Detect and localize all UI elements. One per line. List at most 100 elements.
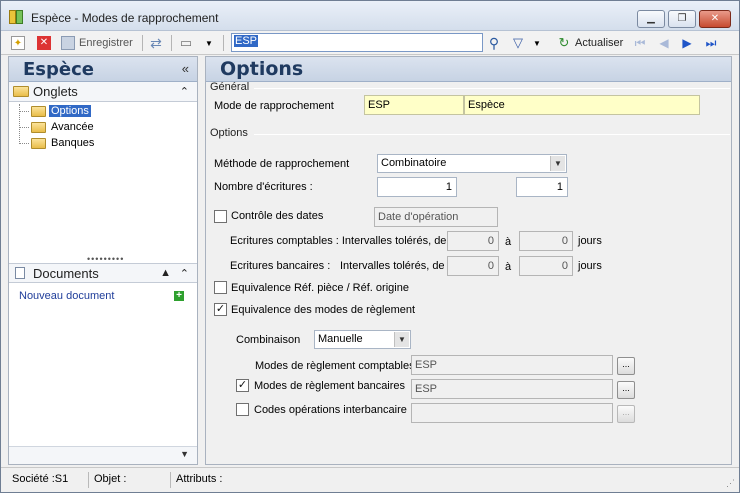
chevron-down-icon: ▼ (550, 156, 565, 171)
expand-down-icon[interactable]: ▼ (180, 449, 189, 459)
collapse-section-icon[interactable]: ⌃ (180, 267, 189, 280)
new-document-icon: ✦ (11, 36, 25, 50)
app-icon (9, 10, 23, 24)
codes-interbancaire-field[interactable] (411, 403, 613, 423)
mode-name-field[interactable]: Espèce (464, 95, 700, 115)
modes-comptables-label: Modes de règlement comptables (255, 360, 415, 372)
add-document-icon[interactable]: + (174, 291, 184, 301)
tree-item-label: Avancée (51, 121, 94, 133)
general-group-title: Général (210, 81, 250, 93)
documents-header[interactable]: Documents ▲ ⌃ (9, 263, 197, 283)
document-icon (15, 267, 25, 279)
equiv-ref-checkbox[interactable] (214, 281, 227, 294)
jours-label: jours (578, 260, 602, 272)
date-field[interactable]: Date d'opération (374, 207, 498, 227)
collapse-panel-icon[interactable]: « (182, 61, 189, 76)
restore-icon: ❐ (677, 13, 687, 24)
last-record-button[interactable]: ⏭ (704, 34, 718, 52)
modes-comptables-field[interactable]: ESP (411, 355, 613, 375)
tree-item-options[interactable]: Options (9, 104, 189, 120)
status-attributs: Attributs : (176, 473, 223, 485)
close-icon: ✕ (710, 13, 720, 24)
filter-button[interactable]: ▽ ▼ (511, 34, 541, 52)
nb-ecritures-field-2[interactable]: 1 (516, 177, 568, 197)
sync-button[interactable]: ⇄ (149, 34, 163, 52)
onglets-header[interactable]: Onglets ⌃ (9, 82, 197, 102)
previous-icon: ◀ (659, 36, 669, 50)
window-title: Espèce - Modes de rapprochement (31, 11, 219, 25)
ecr-comptables-from-field[interactable]: 0 (447, 231, 499, 251)
modes-bancaires-checkbox[interactable]: ✓ (236, 379, 249, 392)
filter-icon: ▽ (513, 35, 523, 50)
next-icon: ▶ (682, 36, 692, 50)
equiv-modes-checkbox[interactable]: ✓ (214, 303, 227, 316)
first-record-button[interactable]: ⏮ (633, 34, 647, 52)
codes-interbancaire-browse-button[interactable]: ... (617, 405, 635, 423)
mode-label: Mode de rapprochement (214, 100, 334, 112)
minimize-button[interactable]: ▁ (637, 10, 665, 28)
combinaison-label: Combinaison (236, 334, 301, 346)
modes-bancaires-browse-button[interactable]: ... (617, 381, 635, 399)
controle-dates-checkbox[interactable] (214, 210, 227, 223)
print-button[interactable]: ▭ ▼ (179, 34, 213, 52)
previous-record-button[interactable]: ◀ (657, 34, 671, 52)
tree-item-label: Options (49, 105, 91, 117)
intervalles-label: Intervalles tolérés, de (340, 260, 445, 272)
refresh-button[interactable]: ↻ Actualiser (557, 34, 624, 52)
tree-item-banques[interactable]: Banques (9, 136, 189, 152)
filter-dropdown-icon[interactable]: ▼ (533, 39, 541, 48)
ecritures-bancaires-label: Ecritures bancaires : (230, 260, 331, 272)
left-panel: Espèce « Onglets ⌃ Options Avancée Banqu… (8, 56, 198, 465)
documents-title: Documents (33, 266, 99, 281)
options-group-title: Options (210, 127, 248, 139)
documents-up-icon[interactable]: ▲ (160, 267, 171, 279)
methode-select[interactable]: Combinatoire ▼ (377, 154, 567, 173)
delete-icon: ✕ (37, 36, 51, 50)
print-dropdown-icon[interactable]: ▼ (205, 39, 213, 48)
close-button[interactable]: ✕ (699, 10, 731, 28)
ecr-bancaires-to-field[interactable]: 0 (519, 256, 573, 276)
codes-interbancaire-label: Codes opérations interbancaire (254, 404, 407, 416)
a-label: à (505, 261, 512, 273)
new-button[interactable]: ✦ (11, 34, 25, 52)
open-folder-icon (31, 106, 46, 117)
folder-icon (31, 122, 46, 133)
main-header: Options (206, 57, 731, 82)
ecritures-comptables-label: Ecritures comptables : Intervalles tolér… (230, 235, 447, 247)
resize-grip-icon[interactable]: ⋰ (726, 478, 735, 489)
last-icon: ⏭ (705, 36, 717, 50)
ecr-bancaires-from-field[interactable]: 0 (447, 256, 499, 276)
nb-ecritures-label: Nombre d'écritures : (214, 181, 313, 193)
left-panel-title: Espèce (23, 59, 94, 80)
codes-interbancaire-checkbox[interactable] (236, 403, 249, 416)
ecr-comptables-to-field[interactable]: 0 (519, 231, 573, 251)
new-document-link[interactable]: Nouveau document (19, 290, 114, 302)
save-label: Enregistrer (79, 37, 133, 49)
chevron-down-icon: ▼ (394, 332, 409, 347)
delete-button[interactable]: ✕ (37, 34, 51, 52)
combinaison-select[interactable]: Manuelle ▼ (314, 330, 411, 349)
page-title: Options (220, 58, 304, 80)
modes-comptables-browse-button[interactable]: ... (617, 357, 635, 375)
search-icon: ⚲ (488, 35, 500, 51)
minimize-icon: ▁ (647, 13, 655, 24)
restore-button[interactable]: ❐ (668, 10, 696, 28)
status-societe: Société :S1 (9, 472, 89, 488)
collapse-section-icon[interactable]: ⌃ (180, 85, 189, 98)
save-button[interactable]: Enregistrer (61, 34, 133, 52)
search-input[interactable]: ESP (231, 33, 483, 52)
folder-icon (31, 138, 46, 149)
mode-code-field[interactable]: ESP (364, 95, 464, 115)
status-objet: Objet : (91, 472, 171, 488)
next-record-button[interactable]: ▶ (680, 34, 694, 52)
sync-icon: ⇄ (150, 35, 162, 51)
search-button[interactable]: ⚲ (487, 34, 501, 52)
toolbar: ✦ ✕ Enregistrer ⇄ ▭ ▼ ESP ⚲ ▽ ▼ ↻ Actual… (1, 31, 739, 55)
nb-ecritures-field-1[interactable]: 1 (377, 177, 457, 197)
tree-item-avancee[interactable]: Avancée (9, 120, 189, 136)
status-bar: Société :S1 Objet : Attributs : ⋰ (1, 467, 739, 492)
main-panel: Options Général Mode de rapprochement ES… (205, 56, 732, 465)
print-icon: ▭ (179, 35, 193, 50)
modes-bancaires-field[interactable]: ESP (411, 379, 613, 399)
onglets-title: Onglets (33, 84, 78, 99)
